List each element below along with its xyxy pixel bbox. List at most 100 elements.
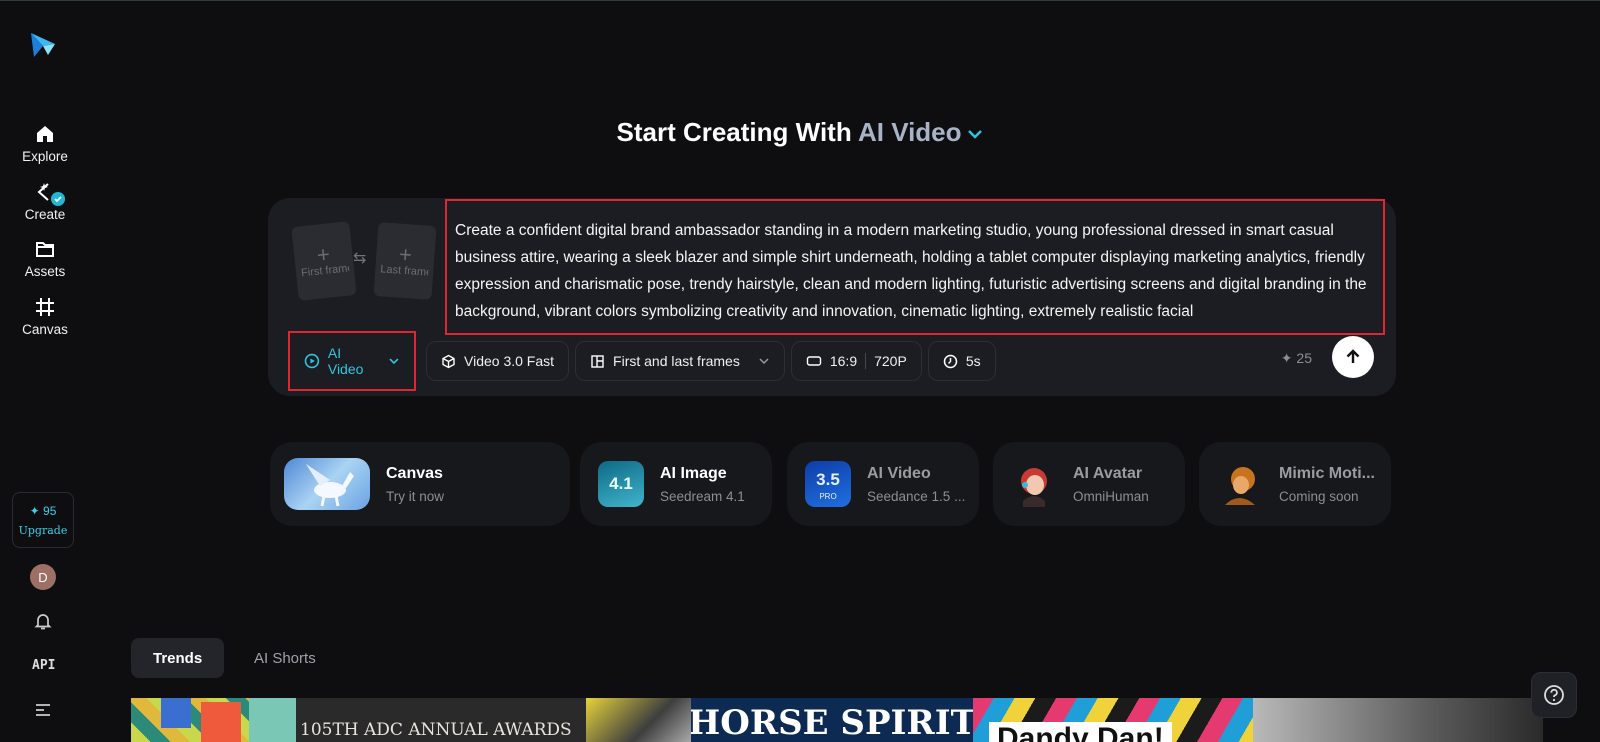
check-badge-icon (49, 190, 67, 208)
sidebar-item-label: Create (24, 207, 66, 222)
sidebar-item-assets[interactable]: Assets (8, 237, 82, 279)
sidebar: Explore Create Assets Canvas ✦ 95 Upgrad… (0, 0, 88, 742)
trend-card[interactable] (586, 698, 691, 742)
mode-dropdown[interactable]: AI Video (858, 117, 984, 147)
feature-title: Canvas (386, 464, 443, 482)
plus-icon: + (315, 241, 332, 268)
duration-label: 5s (965, 353, 981, 369)
chevron-down-icon (967, 130, 982, 139)
prompt-textarea[interactable]: Create a confident digital brand ambassa… (445, 199, 1385, 335)
ai-image-badge: 4.1 (609, 474, 633, 493)
resolution-label: 720P (874, 353, 907, 369)
generate-button[interactable] (1332, 336, 1374, 378)
aspect-resolution-button[interactable]: 16:9 720P (790, 341, 922, 381)
last-frame-label: Last frame (379, 263, 429, 279)
trend-card[interactable]: 105TH ADC ANNUAL AWARDS (296, 698, 586, 742)
credits-upgrade-box[interactable]: ✦ 95 Upgrade (12, 492, 74, 548)
generation-toolbar: AI Video Video 3.0 Fast First and last f… (288, 331, 996, 391)
feature-card-canvas[interactable]: Canvas Try it now (270, 442, 570, 526)
feature-card-text: Mimic Moti... Coming soon (1279, 465, 1375, 504)
question-icon (1544, 685, 1564, 705)
trend-card[interactable]: HORSE SPIRIT (691, 698, 973, 742)
divider (865, 353, 867, 369)
mimic-motion-thumbnail (1217, 461, 1263, 507)
create-icon (33, 180, 67, 208)
credits-value: 95 (43, 503, 57, 518)
first-frame-label: First frame (300, 262, 350, 280)
trend-card[interactable]: Dandy Dan! (973, 698, 1253, 742)
feature-card-ai-video[interactable]: 3.5 PRO AI Video Seedance 1.5 ... (787, 442, 979, 526)
sparkle-icon: ✦ (1280, 349, 1293, 366)
last-frame-upload[interactable]: + Last frame (373, 222, 437, 300)
pegasus-icon (306, 464, 354, 507)
sidebar-item-label: Explore (22, 149, 68, 164)
feature-card-ai-avatar[interactable]: AI Avatar OmniHuman (993, 442, 1185, 526)
feature-card-text: Canvas Try it now (386, 465, 444, 504)
frames-mode-label: First and last frames (613, 353, 740, 369)
mode-select-label: AI Video (327, 345, 364, 377)
cube-icon (442, 354, 455, 368)
feature-card-mimic-motion[interactable]: Mimic Moti... Coming soon (1199, 442, 1391, 526)
sidebar-item-canvas[interactable]: Canvas (8, 295, 82, 337)
avatar[interactable]: D (30, 564, 56, 590)
sidebar-item-create[interactable]: Create (8, 180, 82, 222)
feature-title: Mimic Moti... (1279, 464, 1375, 482)
page-title: Start Creating With AI Video (0, 117, 1600, 148)
generation-cost: ✦ 25 (1281, 343, 1312, 373)
ai-avatar-thumbnail (1011, 461, 1057, 507)
plus-icon: + (398, 241, 413, 268)
tab-ai-shorts[interactable]: AI Shorts (232, 638, 338, 678)
ai-video-badge: 3.5 (816, 470, 840, 489)
model-select-label: Video 3.0 Fast (464, 353, 555, 369)
cost-value: 25 (1296, 350, 1312, 366)
video-mode-icon (304, 353, 320, 369)
trend-artwork (161, 698, 296, 742)
sidebar-item-label: Assets (24, 264, 66, 279)
canvas-thumbnail (284, 458, 370, 510)
help-button[interactable] (1531, 672, 1577, 718)
aspect-ratio-label: 16:9 (829, 353, 858, 369)
mode-select-button[interactable]: AI Video (288, 331, 416, 391)
trend-caption: Dandy Dan! (989, 722, 1172, 742)
tab-trends[interactable]: Trends (131, 638, 225, 678)
ai-image-thumbnail: 4.1 (598, 461, 644, 507)
upgrade-link[interactable]: Upgrade (19, 524, 68, 537)
feature-title: AI Video (867, 464, 931, 482)
prompt-panel: + First frame ⇆ + Last frame Create a co… (268, 198, 1396, 396)
ai-video-badge-sub: PRO (819, 492, 837, 501)
arrow-up-icon (1346, 349, 1360, 363)
mode-dropdown-label: AI Video (857, 117, 962, 147)
trend-card[interactable] (131, 698, 296, 742)
first-frame-upload[interactable]: + First frame (291, 221, 357, 301)
feature-subtitle: Seedance 1.5 ... (867, 488, 966, 504)
feature-title: AI Image (660, 464, 727, 482)
trend-caption: 105TH ADC ANNUAL AWARDS (300, 720, 572, 740)
chevron-down-icon (759, 358, 769, 365)
model-select-button[interactable]: Video 3.0 Fast (426, 341, 570, 381)
bell-icon[interactable] (33, 611, 53, 631)
api-link[interactable]: API (32, 658, 55, 673)
top-border (0, 0, 1600, 1)
sidebar-item-label: Canvas (22, 322, 68, 337)
menu-icon[interactable] (34, 702, 52, 718)
feature-subtitle: Seedream 4.1 (660, 488, 745, 504)
feature-subtitle: Try it now (386, 488, 445, 504)
swap-icon[interactable]: ⇆ (353, 248, 366, 268)
clock-icon (943, 354, 958, 368)
feature-subtitle: Coming soon (1279, 488, 1359, 504)
feature-card-text: AI Video Seedance 1.5 ... (867, 465, 965, 504)
trend-caption: HORSE SPIRIT (691, 703, 973, 742)
folder-icon (33, 237, 57, 261)
feature-card-ai-image[interactable]: 4.1 AI Image Seedream 4.1 (580, 442, 772, 526)
feature-subtitle: OmniHuman (1073, 488, 1149, 504)
duration-button[interactable]: 5s (927, 341, 996, 381)
chevron-down-icon (389, 358, 399, 365)
app-logo[interactable] (28, 30, 58, 60)
trend-card[interactable] (1253, 698, 1543, 742)
frames-mode-button[interactable]: First and last frames (575, 341, 785, 381)
avatar-character-icon (1021, 468, 1047, 507)
mimic-character-icon (1225, 467, 1255, 505)
title-prefix: Start Creating With (616, 117, 852, 147)
aspect-ratio-icon (806, 356, 822, 366)
ai-video-thumbnail: 3.5 PRO (805, 461, 851, 507)
